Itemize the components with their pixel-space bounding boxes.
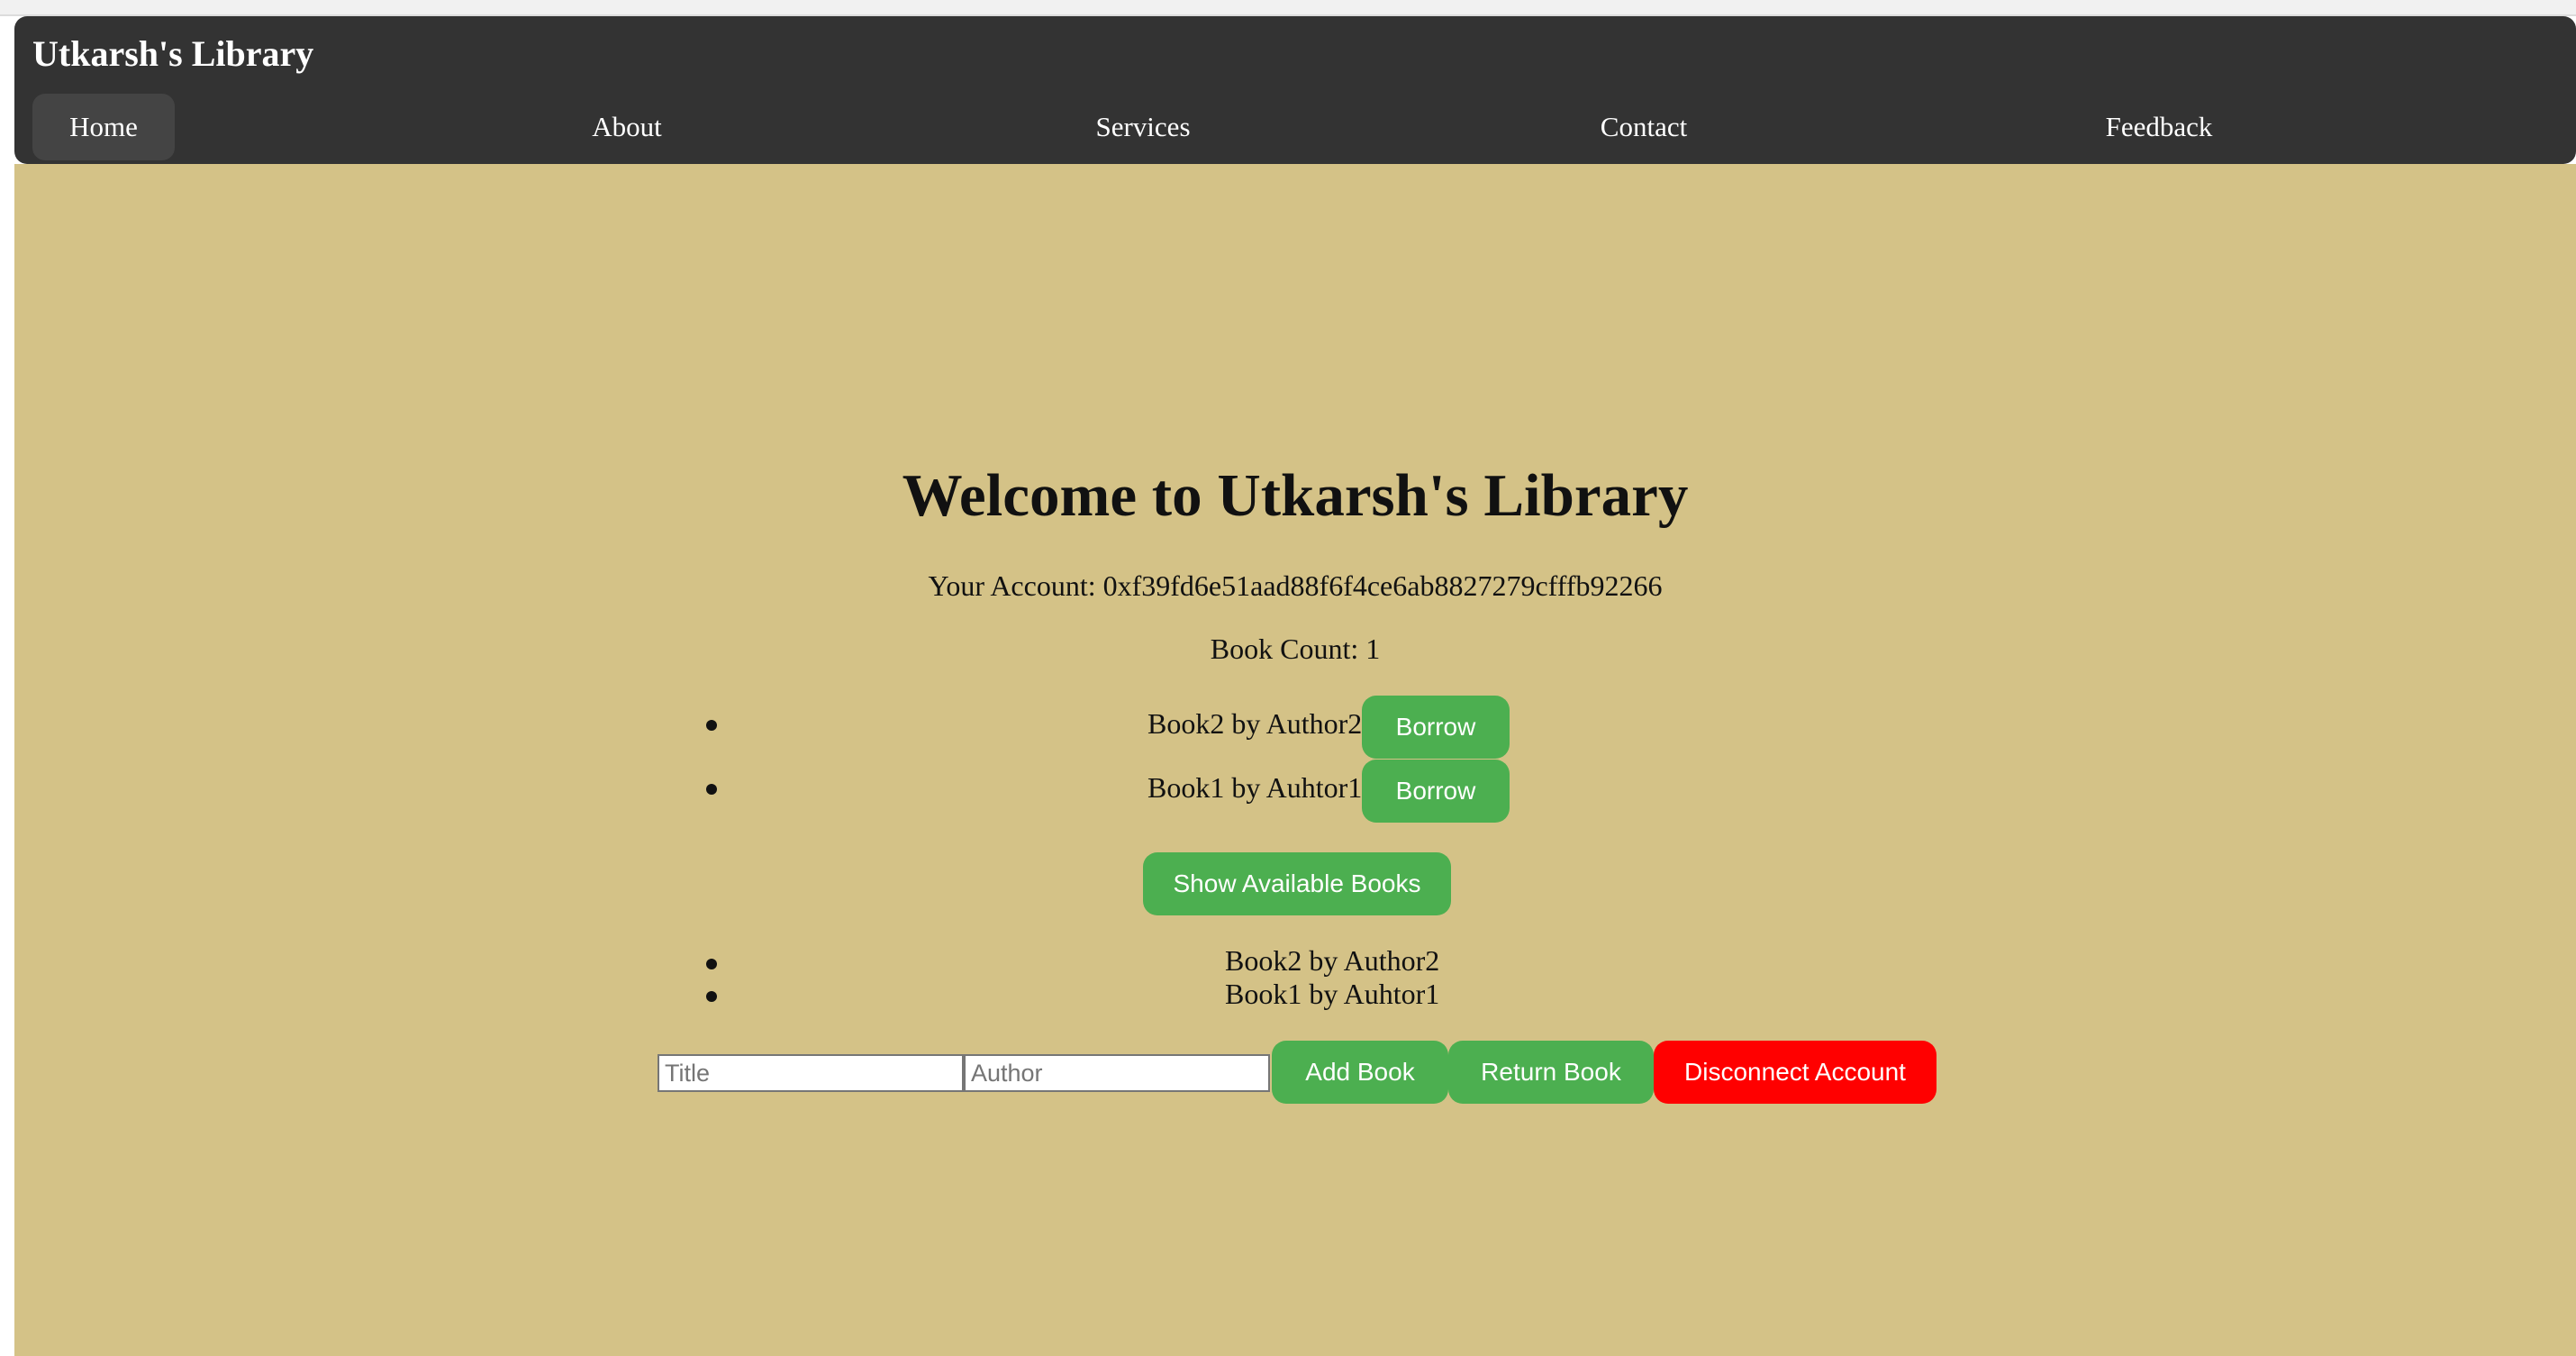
nav-contact[interactable]: Contact xyxy=(1564,94,1724,160)
available-book-text: Book2 by Author2 xyxy=(1225,944,1440,977)
list-bullet xyxy=(706,991,717,1002)
title-input[interactable] xyxy=(658,1054,964,1092)
borrow-book-text: Book1 by Auhtor1 xyxy=(1147,771,1363,804)
browser-top-edge xyxy=(0,0,2576,16)
page-heading: Welcome to Utkarsh's Library xyxy=(902,462,1689,529)
borrow-book-text: Book2 by Author2 xyxy=(1147,707,1363,740)
disconnect-account-button[interactable]: Disconnect Account xyxy=(1654,1041,1937,1104)
navbar: Utkarsh's Library Home About Services Co… xyxy=(14,16,2576,164)
main-content: Welcome to Utkarsh's Library Your Accoun… xyxy=(14,164,2576,1356)
list-bullet xyxy=(706,959,717,969)
nav-about[interactable]: About xyxy=(555,94,699,160)
list-bullet xyxy=(706,720,717,731)
book-count: Book Count: 1 xyxy=(1210,632,1381,665)
account-text: Your Account: 0xf39fd6e51aad88f6f4ce6ab8… xyxy=(928,569,1663,602)
nav-feedback[interactable]: Feedback xyxy=(2073,94,2245,160)
return-book-button[interactable]: Return Book xyxy=(1448,1041,1654,1104)
list-bullet xyxy=(706,784,717,795)
borrow-button[interactable]: Borrow xyxy=(1362,760,1510,823)
site-title: Utkarsh's Library xyxy=(32,33,314,74)
available-book-text: Book1 by Auhtor1 xyxy=(1225,978,1440,1010)
author-input[interactable] xyxy=(964,1054,1270,1092)
borrow-button[interactable]: Borrow xyxy=(1362,696,1510,759)
nav-home[interactable]: Home xyxy=(32,94,175,160)
nav-services[interactable]: Services xyxy=(1059,94,1227,160)
show-available-books-button[interactable]: Show Available Books xyxy=(1143,852,1451,915)
add-book-button[interactable]: Add Book xyxy=(1272,1041,1448,1104)
